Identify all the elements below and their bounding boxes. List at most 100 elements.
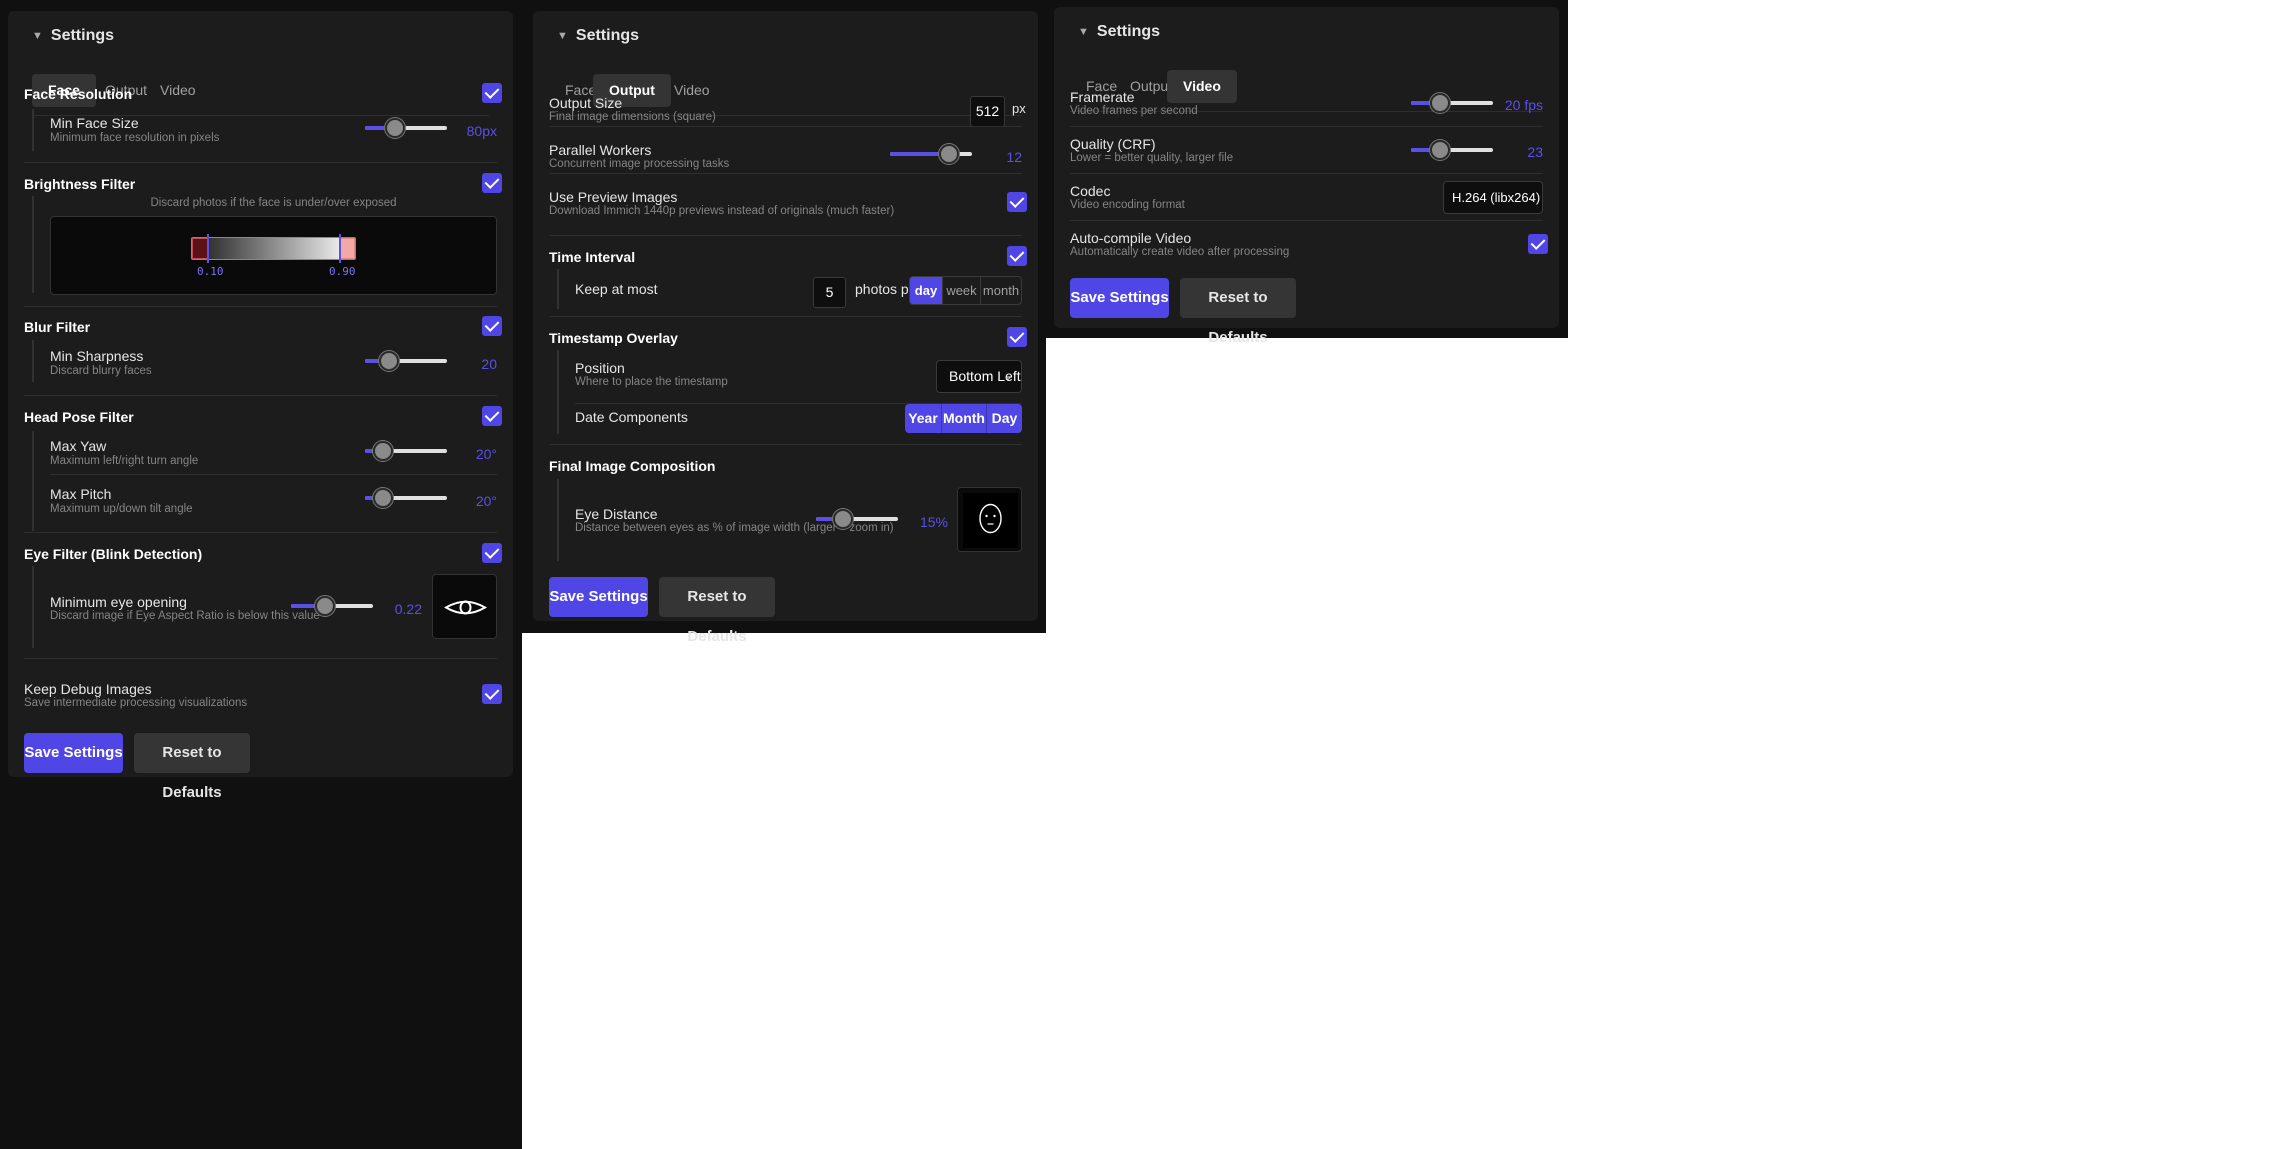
divider [24,306,497,307]
slider-thumb[interactable] [373,441,394,461]
settings-panel-video: ▼ Settings Face Output Video Framerate Vi… [1054,7,1559,346]
min-eye-opening-slider[interactable] [291,595,373,617]
framerate-desc: Video frames per second [1070,105,1198,117]
collapse-triangle-icon[interactable]: ▼ [557,30,568,42]
timestamp-overlay-checkbox[interactable] [1007,327,1027,347]
slider-thumb[interactable] [1429,140,1450,160]
divider [24,658,497,659]
panel-title[interactable]: ▼ Settings [32,27,114,45]
save-settings-button[interactable]: Save Settings [549,577,648,617]
max-pitch-slider[interactable] [365,487,447,509]
tab-video[interactable]: Video [658,74,726,107]
brightness-high-handle[interactable] [339,234,341,263]
slider-thumb[interactable] [315,596,336,616]
face-composition-preview [957,487,1022,552]
slider-thumb[interactable] [833,509,854,529]
section-indent-bar [32,566,34,648]
keep-debug-images-label: Keep Debug Images [24,681,152,697]
divider [549,126,1022,127]
codec-select[interactable]: H.264 (libx264) ⌄ [1443,181,1543,214]
keep-count-input[interactable]: 5 [813,277,846,308]
time-interval-checkbox[interactable] [1007,246,1027,266]
quality-crf-value: 23 [1527,144,1543,160]
eye-filter-checkbox[interactable] [482,543,502,563]
codec-desc: Video encoding format [1070,199,1185,211]
eye-icon [444,600,487,615]
divider [549,444,1022,445]
collapse-triangle-icon[interactable]: ▼ [32,30,43,42]
section-title-face-resolution: Face Resolution [24,86,133,102]
brightness-gradient-bar[interactable] [191,234,356,263]
min-sharpness-slider[interactable] [365,350,447,372]
section-indent-bar [32,340,34,382]
divider [1070,173,1543,174]
date-component-day[interactable]: Day [987,404,1022,433]
auto-compile-video-label: Auto-compile Video [1070,230,1192,246]
face-resolution-checkbox[interactable] [482,83,502,103]
reset-defaults-button[interactable]: Reset to Defaults [1180,278,1296,346]
keep-at-most-label: Keep at most [575,281,658,297]
tab-video[interactable]: Video [1167,70,1237,103]
interval-option-week[interactable]: week [943,277,981,304]
section-indent-bar [32,196,34,293]
interval-unit-toggle: day week month [909,276,1022,305]
max-yaw-slider[interactable] [365,440,447,462]
divider [50,474,497,475]
interval-option-day[interactable]: day [910,277,943,304]
keep-debug-images-checkbox[interactable] [482,684,502,704]
save-settings-button[interactable]: Save Settings [24,733,123,773]
section-title-time-interval: Time Interval [549,249,636,265]
quality-crf-slider[interactable] [1411,139,1493,161]
use-preview-images-desc: Download Immich 1440p previews instead o… [549,205,895,217]
min-face-size-desc: Minimum face resolution in pixels [50,132,220,144]
date-components-toggle: Year Month Day [905,404,1022,433]
slider-thumb[interactable] [378,351,399,371]
parallel-workers-slider[interactable] [890,143,972,165]
date-component-year[interactable]: Year [905,404,942,433]
slider-thumb[interactable] [373,488,394,508]
collapse-triangle-icon[interactable]: ▼ [1078,26,1089,38]
auto-compile-video-desc: Automatically create video after process… [1070,246,1290,258]
auto-compile-video-checkbox[interactable] [1528,234,1548,254]
panel-title[interactable]: ▼ Settings [1078,23,1160,41]
brightness-filter-checkbox[interactable] [482,173,502,193]
output-size-input[interactable]: 512 [970,96,1005,127]
min-sharpness-label: Min Sharpness [50,348,144,364]
divider [549,316,1022,317]
settings-panel-face: ▼ Settings Face Output Video Face Resolut… [8,11,513,801]
slider-thumb[interactable] [385,118,406,138]
brightness-high-value: 0.90 [329,265,356,278]
min-face-size-slider[interactable] [365,117,447,139]
date-components-label: Date Components [575,409,688,425]
reset-defaults-button[interactable]: Reset to Defaults [659,577,775,645]
use-preview-images-checkbox[interactable] [1007,192,1027,212]
panel-title[interactable]: ▼ Settings [557,27,639,45]
blur-filter-checkbox[interactable] [482,316,502,336]
divider [549,235,1022,236]
parallel-workers-label: Parallel Workers [549,142,652,158]
eye-distance-label: Eye Distance [575,506,658,522]
chevron-down-icon: ⌄ [1526,190,1537,204]
min-eye-opening-label: Minimum eye opening [50,594,187,610]
max-pitch-value: 20° [475,493,497,509]
slider-thumb[interactable] [1429,93,1450,113]
face-icon [963,493,1018,548]
save-settings-button[interactable]: Save Settings [1070,278,1169,318]
divider [24,532,497,533]
head-pose-filter-checkbox[interactable] [482,406,502,426]
date-component-month[interactable]: Month [942,404,987,433]
reset-defaults-button[interactable]: Reset to Defaults [134,733,250,801]
brightness-low-handle[interactable] [207,234,209,263]
framerate-slider[interactable] [1411,92,1493,114]
tab-video[interactable]: Video [144,74,212,107]
position-select[interactable]: Bottom Left ⌄ [936,360,1022,393]
position-desc: Where to place the timestamp [575,376,728,388]
divider [1070,220,1543,221]
min-sharpness-value: 20 [481,356,497,372]
chevron-down-icon: ⌄ [1002,369,1013,383]
section-title-head-pose-filter: Head Pose Filter [24,409,134,425]
max-pitch-desc: Maximum up/down tilt angle [50,503,193,515]
slider-thumb[interactable] [939,144,960,164]
interval-option-month[interactable]: month [981,277,1021,304]
eye-distance-slider[interactable] [816,508,898,530]
